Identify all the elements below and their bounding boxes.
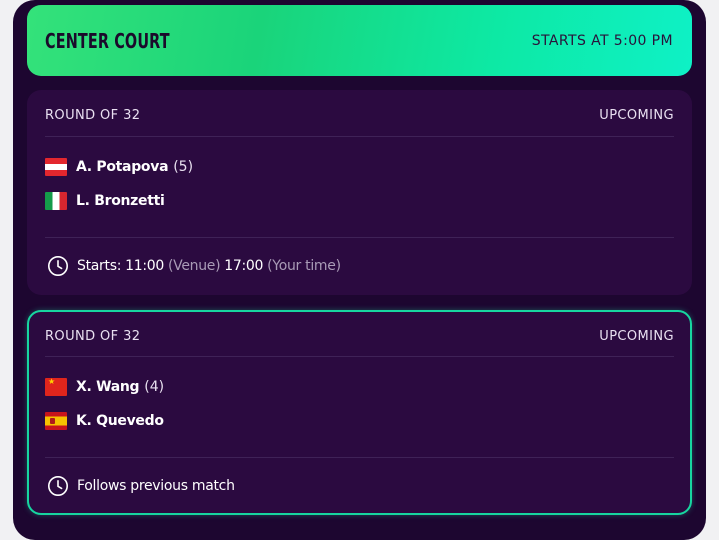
player-row: K. Quevedo xyxy=(45,412,164,430)
player-seed: (5) xyxy=(173,159,194,175)
match-card-selected[interactable]: ROUND OF 32 UPCOMING X. Wang (4) K. Quev… xyxy=(27,310,692,515)
local-time: 17:00 xyxy=(224,258,264,274)
player-name: K. Quevedo xyxy=(76,413,164,429)
match-card-header: ROUND OF 32 UPCOMING xyxy=(45,108,674,123)
player-name: A. Potapova xyxy=(76,159,169,175)
court-start-time: STARTS AT 5:00 PM xyxy=(531,32,673,49)
match-card-header: ROUND OF 32 UPCOMING xyxy=(45,329,674,344)
round-label: ROUND OF 32 xyxy=(45,108,141,123)
match-time: Starts: 11:00 (Venue) 17:00 (Your time) xyxy=(47,255,341,277)
player-seed: (4) xyxy=(144,379,165,395)
divider xyxy=(45,136,674,137)
clock-icon xyxy=(48,476,68,496)
divider xyxy=(45,457,674,458)
divider xyxy=(45,356,674,357)
court-title: CENTER COURT xyxy=(45,28,170,53)
player-name: L. Bronzetti xyxy=(76,193,165,209)
china-flag-icon xyxy=(45,378,67,396)
clock-icon xyxy=(48,256,68,276)
spain-flag-icon xyxy=(45,412,67,430)
round-label: ROUND OF 32 xyxy=(45,329,141,344)
venue-time: 11:00 xyxy=(125,258,164,274)
player-row: X. Wang (4) xyxy=(45,378,164,396)
player-name: X. Wang xyxy=(76,379,140,395)
player-row: A. Potapova (5) xyxy=(45,158,193,176)
time-text: Follows previous match xyxy=(77,478,235,494)
court-header: CENTER COURT STARTS AT 5:00 PM xyxy=(27,5,692,76)
player-row: L. Bronzetti xyxy=(45,192,165,210)
italy-flag-icon xyxy=(45,192,67,210)
match-card[interactable]: ROUND OF 32 UPCOMING A. Potapova (5) L. … xyxy=(27,90,692,295)
status-label: UPCOMING xyxy=(599,329,674,344)
venue-time-label: (Venue) xyxy=(167,258,221,274)
match-time: Follows previous match xyxy=(47,475,235,497)
status-label: UPCOMING xyxy=(599,108,674,123)
local-time-label: (Your time) xyxy=(267,258,341,274)
divider xyxy=(45,237,674,238)
austria-flag-icon xyxy=(45,158,67,176)
time-prefix: Starts: xyxy=(77,258,122,274)
